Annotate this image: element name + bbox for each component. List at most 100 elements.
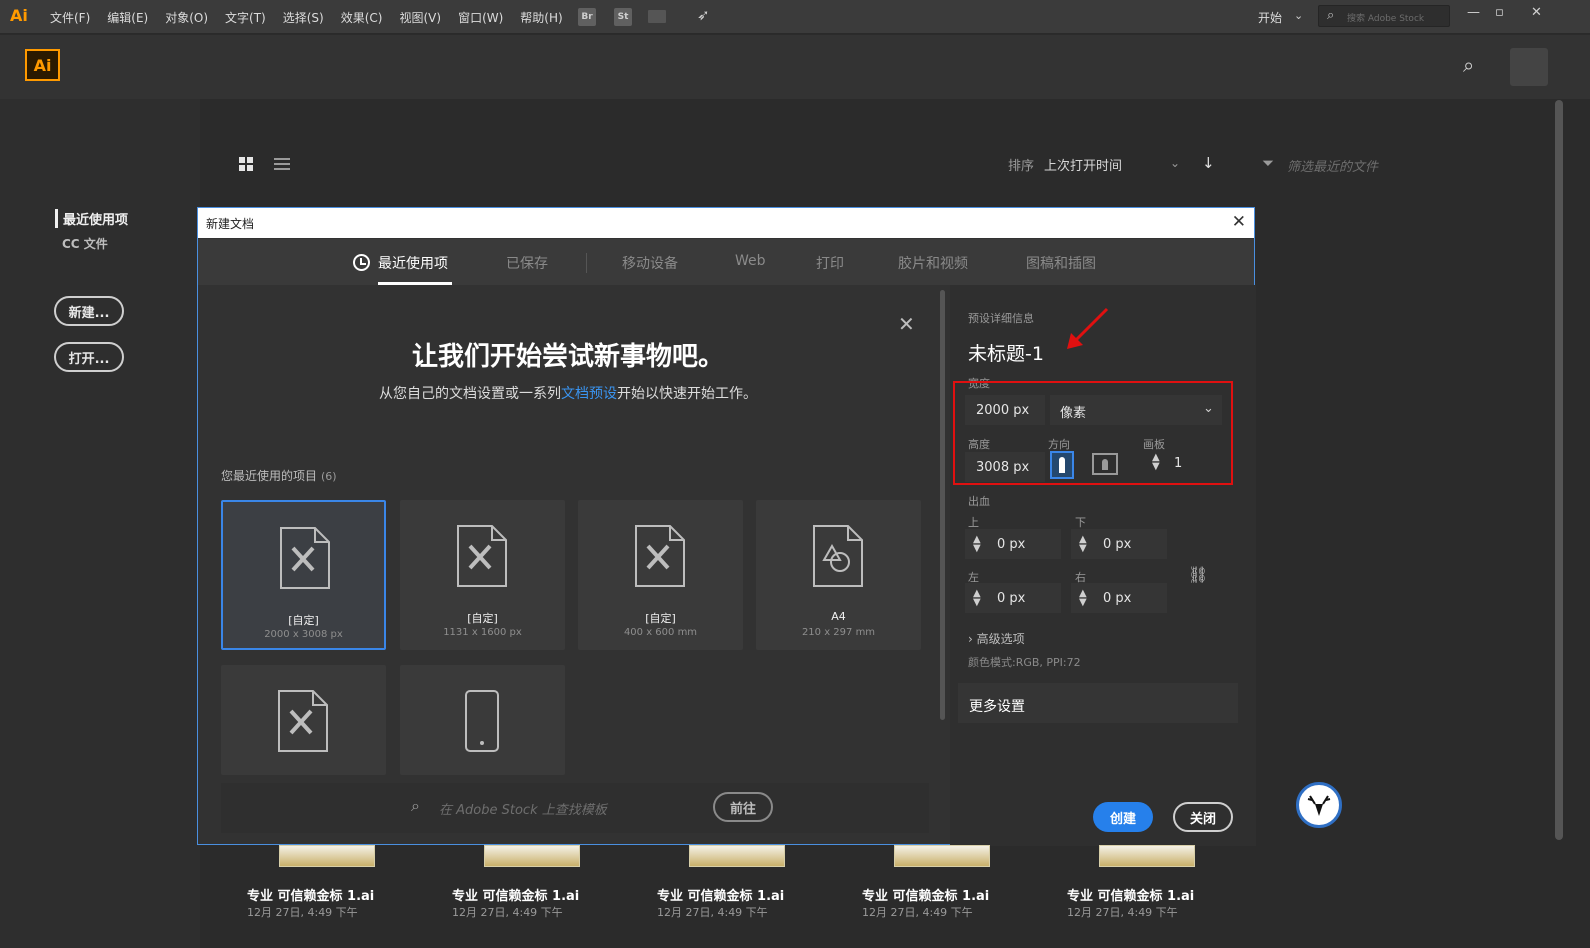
file-date: 12月 27日, 4:49 下午	[657, 906, 768, 919]
bleed-top-label: 上	[968, 516, 979, 529]
list-view-icon[interactable]	[274, 158, 290, 171]
stepper-arrows-icon[interactable]: ▲ ▼	[1079, 535, 1087, 554]
menu-items: 文件(F) 编辑(E) 对象(O) 文字(T) 选择(S) 效果(C) 视图(V…	[50, 9, 580, 26]
filter-input[interactable]: 筛选最近的文件	[1287, 156, 1378, 175]
menu-view[interactable]: 视图(V)	[399, 9, 441, 26]
minimize-button[interactable]: —	[1467, 5, 1480, 20]
chevron-down-icon[interactable]: ⌄	[1294, 9, 1303, 22]
tab-mobile[interactable]: 移动设备	[622, 253, 678, 273]
search-icon: ⌕	[1327, 8, 1335, 23]
grid-view-icon[interactable]	[239, 157, 253, 171]
welcome-subtitle: 从您自己的文档设置或一系列文档预设开始以快速开始工作。	[198, 383, 938, 403]
tab-film-video[interactable]: 胶片和视频	[898, 253, 968, 273]
sidebar-item-cc-files[interactable]: CC 文件	[62, 235, 108, 252]
avatar[interactable]	[1510, 48, 1548, 86]
maximize-button[interactable]: ▫	[1495, 5, 1504, 20]
file-name: 专业 可信赖金标 1.ai	[247, 889, 375, 904]
stock-search-placeholder: 搜索 Adobe Stock	[1347, 14, 1425, 24]
preset-card[interactable]: [自定] 2000 x 3008 px	[221, 500, 386, 650]
bleed-top-field[interactable]: ▲ ▼ 0 px	[965, 529, 1061, 559]
preset-details-panel: 预设详细信息 未标题-1 宽度 2000 px 像素 ⌄ 高度 方向 画板 300…	[950, 285, 1256, 846]
bleed-label: 出血	[968, 495, 990, 508]
stepper-arrows-icon[interactable]: ▲ ▼	[973, 589, 981, 608]
document-ruler-icon	[457, 525, 507, 587]
menu-edit[interactable]: 编辑(E)	[107, 9, 148, 26]
preset-card[interactable]	[221, 665, 386, 775]
preset-size: 2000 x 3008 px	[264, 629, 343, 640]
close-icon[interactable]: ✕	[898, 312, 915, 336]
close-window-button[interactable]: ✕	[1531, 5, 1542, 20]
search-icon[interactable]: ⌕	[1463, 53, 1474, 77]
active-tab-indicator	[378, 282, 452, 285]
menu-window[interactable]: 窗口(W)	[458, 9, 503, 26]
mobile-device-icon	[465, 690, 499, 752]
menu-select[interactable]: 选择(S)	[283, 9, 324, 26]
workspace-switcher[interactable]: 开始	[1258, 9, 1282, 26]
menu-file[interactable]: 文件(F)	[50, 9, 90, 26]
file-name: 专业 可信赖金标 1.ai	[452, 889, 580, 904]
new-document-dialog: 新建文档 ✕ 最近使用项 已保存 移动设备 Web 打印 胶片和视频 图稿和插图…	[197, 207, 1256, 846]
advanced-options-label: 高级选项	[976, 632, 1025, 646]
bleed-left-field[interactable]: ▲ ▼ 0 px	[965, 583, 1061, 613]
new-button[interactable]: 新建...	[54, 296, 124, 326]
document-shapes-icon	[813, 525, 863, 587]
preset-tabs: 最近使用项 已保存 移动设备 Web 打印 胶片和视频 图稿和插图	[198, 239, 1254, 285]
recent-items-heading: 您最近使用的项目 (6)	[221, 467, 337, 484]
bleed-bottom-field[interactable]: ▲ ▼ 0 px	[1071, 529, 1167, 559]
document-presets-link[interactable]: 文档预设	[561, 386, 617, 402]
color-mode-info: 颜色模式:RGB, PPI:72	[968, 656, 1081, 669]
scrollbar[interactable]	[940, 290, 945, 720]
menu-bar: Ai 文件(F) 编辑(E) 对象(O) 文字(T) 选择(S) 效果(C) 视…	[0, 0, 1590, 34]
go-button[interactable]: 前往	[713, 792, 773, 822]
bleed-right-field[interactable]: ▲ ▼ 0 px	[1071, 583, 1167, 613]
close-button[interactable]: 关闭	[1173, 802, 1233, 832]
menu-type[interactable]: 文字(T)	[225, 9, 266, 26]
filter-icon: ⏷	[1262, 154, 1275, 172]
bleed-bottom-value: 0 px	[1103, 537, 1132, 552]
menu-help[interactable]: 帮助(H)	[520, 9, 562, 26]
more-settings-label: 更多设置	[969, 699, 1025, 715]
link-icon[interactable]: ⛓	[1188, 565, 1208, 584]
preset-card[interactable]: [自定] 400 x 600 mm	[578, 500, 743, 650]
app-logo: Ai	[25, 49, 60, 81]
chevron-down-icon[interactable]: ⌄	[1170, 156, 1180, 170]
file-thumbnail	[689, 845, 785, 867]
tab-web[interactable]: Web	[735, 253, 766, 269]
tab-saved[interactable]: 已保存	[506, 253, 548, 273]
gpu-performance-icon[interactable]: ➶	[697, 6, 710, 24]
bridge-icon[interactable]: Br	[578, 8, 596, 26]
preset-card[interactable]: [自定] 1131 x 1600 px	[400, 500, 565, 650]
stock-template-input[interactable]: 在 Adobe Stock 上查找模板	[439, 799, 607, 818]
bleed-right-value: 0 px	[1103, 591, 1132, 606]
more-settings-button[interactable]: 更多设置	[958, 683, 1238, 723]
preset-card[interactable]: A4 210 x 297 mm	[756, 500, 921, 650]
preset-card[interactable]	[400, 665, 565, 775]
open-button[interactable]: 打开...	[54, 342, 124, 372]
annotation-highlight	[953, 381, 1233, 485]
stock-icon[interactable]: St	[614, 8, 632, 26]
create-button[interactable]: 创建	[1093, 802, 1153, 832]
arrange-documents-icon[interactable]	[648, 10, 666, 23]
tab-art-illustration[interactable]: 图稿和插图	[1026, 253, 1096, 273]
scrollbar[interactable]	[1555, 100, 1563, 840]
watermark-logo	[1296, 782, 1342, 828]
preset-name: [自定]	[288, 614, 319, 627]
sort-dropdown[interactable]: 上次打开时间	[1044, 155, 1122, 174]
preset-size: 1131 x 1600 px	[443, 627, 522, 638]
advanced-options-toggle[interactable]: › 高级选项	[968, 630, 1025, 647]
stock-search-input[interactable]: ⌕ 搜索 Adobe Stock	[1318, 5, 1450, 27]
sidebar-item-recent[interactable]: 最近使用项	[55, 209, 128, 228]
tab-print[interactable]: 打印	[816, 253, 844, 273]
sort-direction-icon[interactable]: ↓	[1202, 154, 1215, 172]
sort-label: 排序	[1008, 159, 1035, 174]
tab-recent[interactable]: 最近使用项	[378, 253, 448, 273]
menu-effect[interactable]: 效果(C)	[341, 9, 383, 26]
annotation-arrow	[1067, 307, 1109, 349]
close-icon[interactable]: ✕	[1232, 212, 1246, 232]
document-ruler-icon	[280, 527, 330, 589]
stepper-arrows-icon[interactable]: ▲ ▼	[973, 535, 981, 554]
tab-separator	[586, 253, 587, 273]
recent-items-label: 您最近使用的项目	[221, 469, 318, 483]
menu-object[interactable]: 对象(O)	[165, 9, 208, 26]
stepper-arrows-icon[interactable]: ▲ ▼	[1079, 589, 1087, 608]
